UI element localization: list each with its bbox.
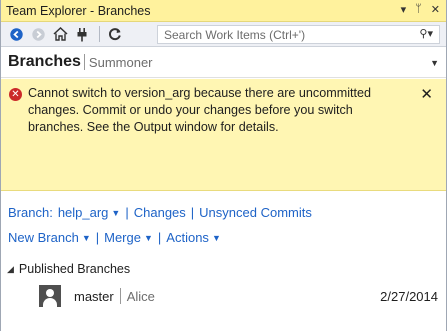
close-icon[interactable]: ✕ xyxy=(431,3,440,16)
link-separator: | xyxy=(157,230,162,245)
plug-icon xyxy=(77,27,87,41)
header-dropdown-icon[interactable]: ▼ xyxy=(430,58,439,68)
back-button[interactable] xyxy=(6,24,26,44)
action-links-row: New Branch ▼ | Merge ▼ | Actions ▼ xyxy=(8,230,221,245)
new-branch-link[interactable]: New Branch xyxy=(8,230,79,245)
branch-list-item[interactable]: master Alice 2/27/2014 xyxy=(39,284,444,308)
search-icon[interactable]: ⚲▾ xyxy=(419,27,433,40)
published-branches-section-header[interactable]: ◢ Published Branches xyxy=(7,262,130,276)
chevron-down-icon[interactable]: ▼ xyxy=(111,208,120,218)
forward-arrow-icon xyxy=(31,27,45,41)
title-bar-controls: ▾ ᛘ ✕ xyxy=(401,3,440,16)
refresh-icon xyxy=(109,28,121,41)
dropdown-arrow-icon[interactable]: ▾ xyxy=(401,3,407,16)
refresh-button[interactable] xyxy=(105,24,125,44)
collapse-triangle-icon[interactable]: ◢ xyxy=(7,264,14,275)
search-placeholder: Search Work Items (Ctrl+') xyxy=(164,27,306,42)
chevron-down-icon[interactable]: ▼ xyxy=(144,233,153,243)
avatar xyxy=(39,285,61,307)
home-button[interactable] xyxy=(50,24,70,44)
branch-name: master xyxy=(74,288,114,304)
dismiss-notification-button[interactable]: ✕ xyxy=(420,85,433,103)
merge-link[interactable]: Merge xyxy=(104,230,141,245)
chevron-down-icon[interactable]: ▼ xyxy=(82,233,91,243)
connect-button[interactable] xyxy=(72,24,92,44)
search-work-items-input[interactable]: Search Work Items (Ctrl+') ⚲▾ xyxy=(157,25,440,44)
toolbar-separator xyxy=(99,26,100,42)
team-explorer-window: Team Explorer - Branches ▾ ᛘ ✕ Search Wo… xyxy=(0,0,447,331)
branch-separator xyxy=(119,288,121,304)
forward-button[interactable] xyxy=(28,24,48,44)
pin-icon[interactable]: ᛘ xyxy=(415,3,422,16)
branch-links-row: Branch: help_arg ▼ | Changes | Unsynced … xyxy=(8,205,312,220)
back-arrow-icon xyxy=(9,27,23,41)
toolbar: Search Work Items (Ctrl+') ⚲▾ xyxy=(1,22,446,47)
section-title: Published Branches xyxy=(18,262,131,276)
branch-label: Branch: xyxy=(8,205,53,220)
link-separator: | xyxy=(125,205,129,220)
chevron-down-icon[interactable]: ▼ xyxy=(212,233,221,243)
unsynced-commits-link[interactable]: Unsynced Commits xyxy=(199,205,312,220)
error-message: Cannot switch to version_arg because the… xyxy=(28,86,372,134)
error-notification: ✕ Cannot switch to version_arg because t… xyxy=(1,79,446,191)
title-bar: Team Explorer - Branches ▾ ᛘ ✕ xyxy=(1,0,446,22)
actions-link[interactable]: Actions xyxy=(166,230,209,245)
project-name: Summoner xyxy=(88,54,153,70)
home-icon xyxy=(52,27,68,41)
error-icon: ✕ xyxy=(9,88,22,101)
page-title[interactable]: Branches xyxy=(8,53,81,71)
window-title: Team Explorer - Branches xyxy=(6,3,151,18)
link-separator: | xyxy=(95,230,100,245)
current-branch-dropdown[interactable]: help_arg xyxy=(58,205,109,220)
changes-link[interactable]: Changes xyxy=(134,205,186,220)
branch-date: 2/27/2014 xyxy=(380,288,438,304)
branch-owner: Alice xyxy=(126,288,155,304)
header-separator xyxy=(83,54,85,70)
page-header: Branches Summoner ▼ xyxy=(1,47,446,78)
link-separator: | xyxy=(190,205,195,220)
